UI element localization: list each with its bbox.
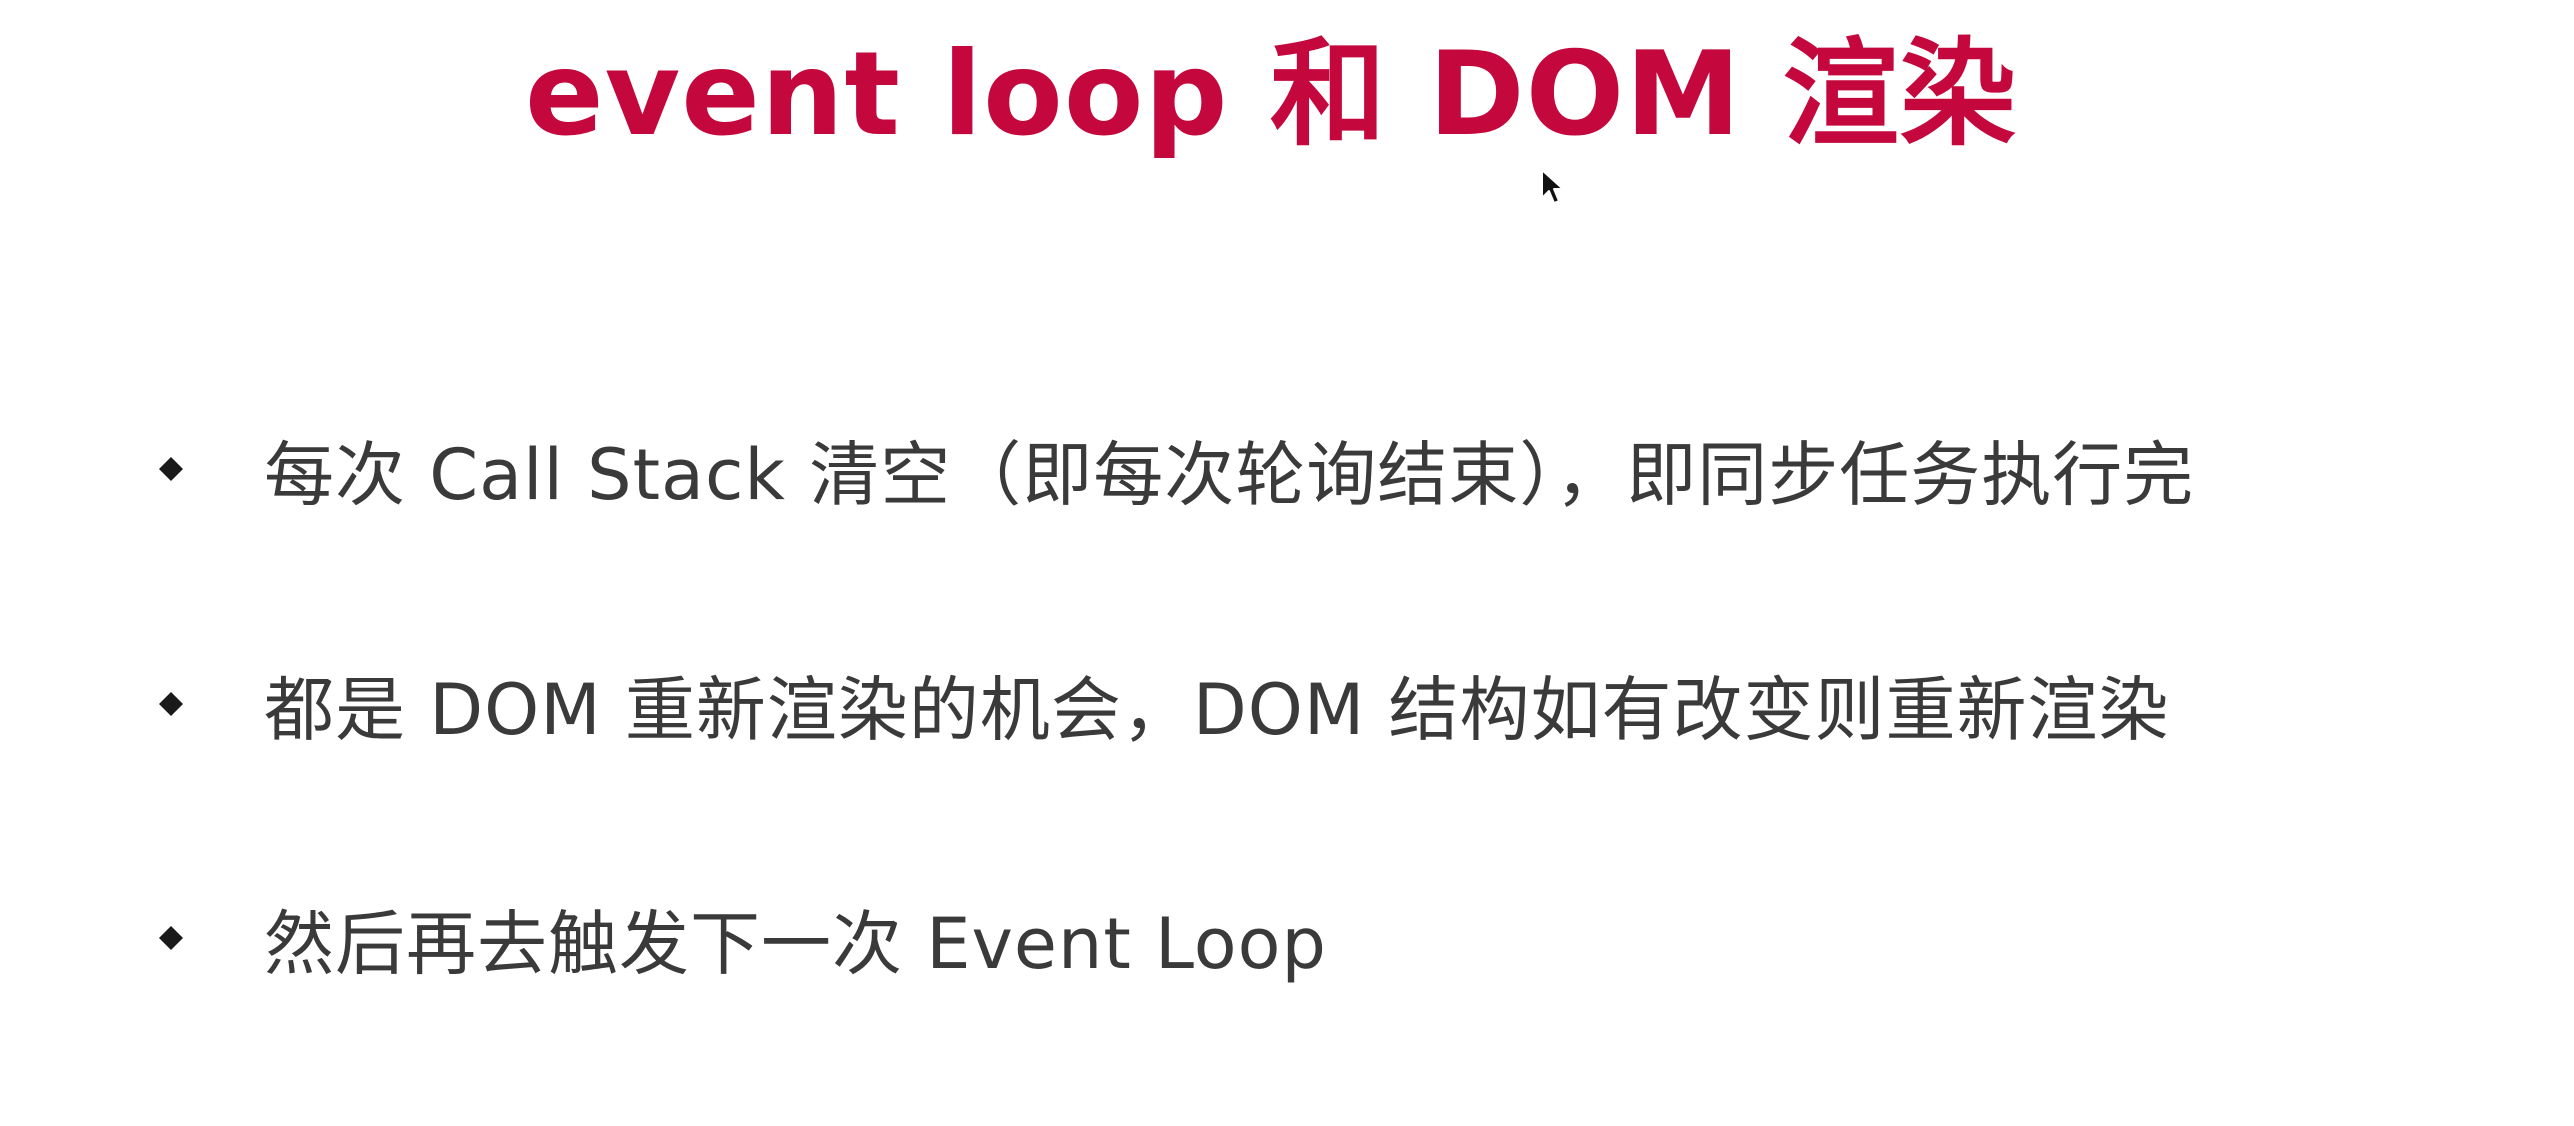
bullet-text: 然后再去触发下一次 Event Loop: [264, 902, 1327, 985]
bullet-item: 然后再去触发下一次 Event Loop: [150, 888, 1327, 988]
bullet-list: 每次 Call Stack 清空（即每次轮询结束），即同步任务执行完 都是 DO…: [0, 0, 2574, 1126]
bullet-text: 每次 Call Stack 清空（即每次轮询结束），即同步任务执行完: [264, 433, 2195, 516]
bullet-text: 都是 DOM 重新渲染的机会，DOM 结构如有改变则重新渲染: [264, 668, 2170, 751]
diamond-bullet-icon: [158, 691, 184, 717]
bullet-item: 每次 Call Stack 清空（即每次轮询结束），即同步任务执行完: [150, 419, 2194, 519]
slide: event loop 和 DOM 渲染 每次 Call Stack 清空（即每次…: [0, 0, 2574, 1126]
diamond-bullet-icon: [158, 925, 184, 951]
bullet-item: 都是 DOM 重新渲染的机会，DOM 结构如有改变则重新渲染: [150, 654, 2170, 754]
diamond-bullet-icon: [158, 456, 184, 482]
